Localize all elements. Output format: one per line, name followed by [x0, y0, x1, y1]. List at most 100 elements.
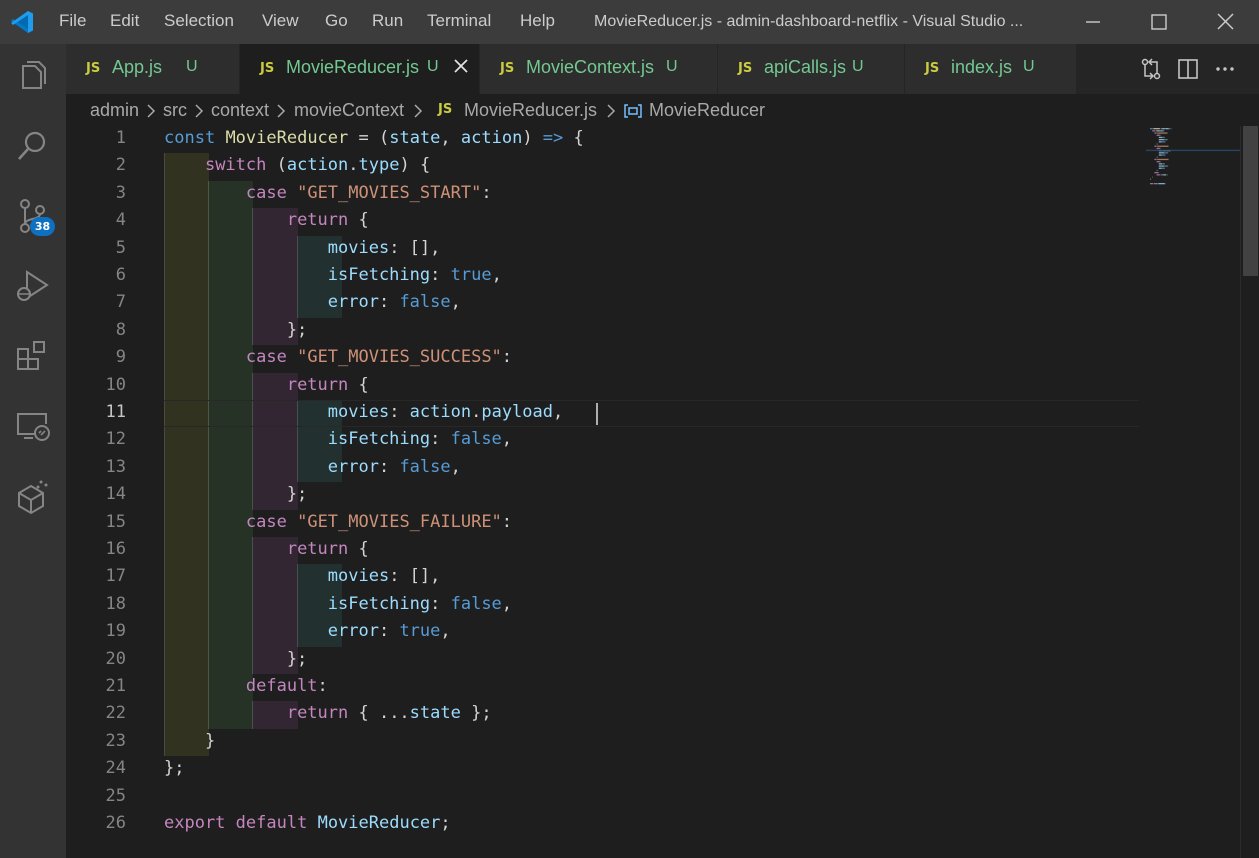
code-line[interactable]: error: false, — [164, 292, 461, 312]
run-debug-icon[interactable] — [13, 266, 53, 306]
menu-help[interactable]: Help — [520, 11, 555, 31]
code-token: default — [235, 813, 308, 833]
code-line[interactable]: case "GET_MOVIES_SUCCESS": — [164, 347, 512, 367]
breadcrumb-file[interactable]: MovieReducer.js — [464, 100, 597, 121]
breadcrumb-src[interactable]: src — [163, 100, 187, 121]
minimap-line — [1161, 167, 1163, 169]
code-line[interactable]: movies: [], — [164, 237, 441, 258]
extensions-icon[interactable] — [13, 336, 53, 376]
menu-view[interactable]: View — [262, 11, 299, 31]
code-editor[interactable]: 1 2 3 4 5 6 7 8 9 10 11 12 13 14 15 16 17 18 19 20 21 22 23 24 2… — [66, 126, 1259, 858]
split-editor-icon[interactable] — [1177, 58, 1199, 80]
menu-edit[interactable]: Edit — [110, 11, 139, 31]
minimap-line — [1157, 158, 1169, 161]
code-line[interactable]: }; — [164, 758, 184, 778]
code-token: : — [430, 429, 451, 450]
code-line[interactable]: }; — [164, 320, 307, 340]
code-token: : — [378, 292, 400, 313]
tab-moviereducer-js[interactable]: JS MovieReducer.js U — [240, 44, 480, 94]
minimize-icon[interactable] — [1073, 8, 1113, 36]
code-token: , — [553, 402, 564, 422]
minimap-line — [1158, 141, 1162, 143]
minimap-line — [1167, 132, 1168, 134]
code-token: } — [164, 730, 216, 751]
code-token: case — [245, 511, 287, 532]
code-token: { — [348, 539, 369, 559]
tab-label: MovieContext.js — [526, 57, 655, 77]
minimap-line — [1154, 145, 1157, 147]
line-number: 23 — [105, 730, 126, 751]
breadcrumb-admin[interactable]: admin — [90, 100, 139, 121]
minimap-line — [1156, 147, 1160, 150]
remote-explorer-icon[interactable] — [13, 406, 53, 446]
code-token: , — [491, 265, 502, 285]
code-line[interactable]: default: — [164, 676, 328, 696]
code-line[interactable]: movies: [], — [164, 566, 441, 587]
maximize-icon[interactable] — [1139, 8, 1179, 36]
code-line[interactable]: }; — [164, 649, 307, 669]
code-line[interactable]: return { — [164, 210, 369, 230]
line-number: 5 — [115, 237, 126, 258]
code-token: : [], — [389, 237, 441, 258]
code-line[interactable]: case "GET_MOVIES_START": — [164, 183, 492, 203]
minimap-line — [1162, 163, 1165, 165]
chevron-right-icon — [277, 104, 286, 118]
menu-file[interactable]: File — [59, 11, 86, 31]
minimap-line — [1156, 130, 1157, 132]
minimap-line — [1164, 139, 1168, 141]
code-line[interactable]: error: true, — [164, 621, 451, 641]
tab-index-js[interactable]: JS index.js U — [905, 44, 1077, 94]
more-actions-icon[interactable] — [1214, 58, 1236, 80]
code-line[interactable]: isFetching: false, — [164, 429, 512, 449]
breadcrumb-context[interactable]: context — [211, 100, 269, 121]
breadcrumb-moviecontext[interactable]: movieContext — [294, 100, 404, 121]
breadcrumb-symbol[interactable]: MovieReducer — [649, 100, 765, 121]
tab-status: U — [1023, 58, 1035, 75]
code-line[interactable]: export default MovieReducer; — [164, 813, 451, 833]
explorer-icon[interactable] — [13, 56, 53, 96]
minimap[interactable] — [1146, 126, 1240, 326]
code-token: state — [409, 703, 461, 724]
code-line[interactable]: switch (action.type) { — [164, 155, 430, 175]
menu-terminal[interactable]: Terminal — [427, 11, 491, 31]
tab-apicalls-js[interactable]: JS apiCalls.js U — [718, 44, 905, 94]
code-token: movies — [327, 402, 390, 422]
minimap-line — [1167, 152, 1169, 154]
code-line[interactable]: }; — [164, 484, 307, 504]
minimap-line — [1159, 130, 1161, 132]
menu-go[interactable]: Go — [325, 11, 348, 31]
close-window-icon[interactable] — [1205, 8, 1245, 36]
code-line[interactable]: const MovieReducer = (state, action) => … — [164, 128, 584, 148]
search-icon[interactable] — [13, 126, 53, 166]
tab-app-js[interactable]: JS App.js U — [66, 44, 240, 94]
tab-moviecontext-js[interactable]: JS MovieContext.js U — [480, 44, 718, 94]
3d-box-icon[interactable] — [13, 476, 53, 516]
close-tab-icon[interactable] — [452, 57, 470, 75]
minimap-line — [1164, 139, 1165, 141]
line-number: 22 — [105, 703, 126, 724]
code-line[interactable]: movies: action.payload, — [164, 402, 563, 422]
code-line[interactable]: return { — [164, 375, 369, 395]
code-line[interactable]: case "GET_MOVIES_FAILURE": — [164, 512, 512, 532]
vertical-scrollbar[interactable] — [1240, 126, 1259, 858]
line-number: 11 — [105, 402, 126, 422]
line-number: 21 — [105, 676, 126, 696]
code-line[interactable]: } — [164, 731, 215, 751]
vscode-logo-icon[interactable] — [9, 9, 35, 35]
line-number: 20 — [105, 648, 126, 669]
open-changes-icon[interactable] — [1140, 58, 1162, 80]
code-line[interactable]: error: false, — [164, 457, 461, 477]
code-token: : [], — [389, 566, 441, 587]
menu-run[interactable]: Run — [372, 11, 403, 31]
minimap-line — [1160, 134, 1161, 136]
scrollbar-thumb[interactable] — [1243, 126, 1258, 276]
title-bar: File Edit Selection View Go Run Terminal… — [0, 0, 1259, 44]
code-line[interactable]: isFetching: false, — [164, 594, 512, 614]
code-line[interactable]: return { — [164, 539, 369, 559]
code-token: }; — [164, 758, 185, 779]
menu-selection[interactable]: Selection — [164, 11, 234, 31]
code-line[interactable]: isFetching: true, — [164, 265, 502, 285]
code-line[interactable]: return { ...state }; — [164, 703, 492, 723]
